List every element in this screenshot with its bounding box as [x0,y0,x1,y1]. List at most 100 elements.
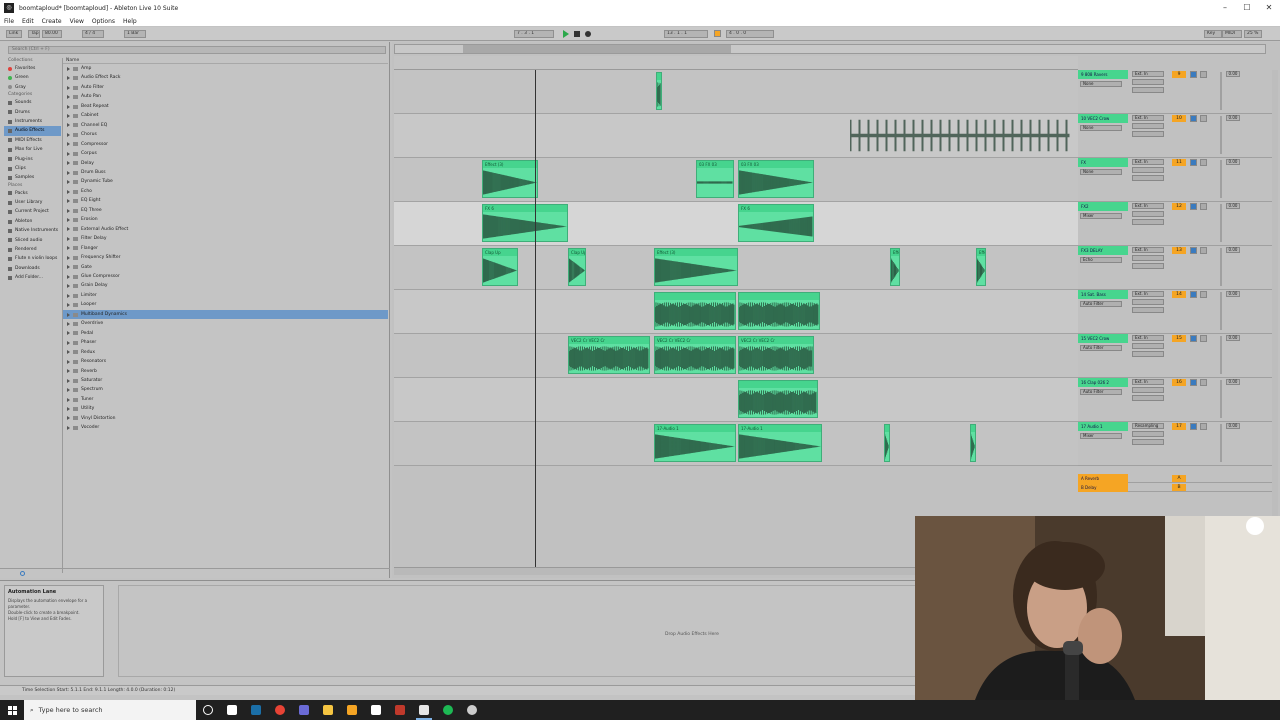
audio-clip[interactable]: FX 6 [738,204,814,242]
volume-field[interactable]: 0.00 [1226,379,1240,385]
input-type-select[interactable]: Ext. In [1132,71,1164,77]
track-activator-button[interactable]: 11 [1172,159,1186,166]
input-channel-select[interactable] [1132,343,1164,349]
taskbar-app-button[interactable] [220,700,244,720]
solo-button[interactable] [1190,247,1197,254]
menu-options[interactable]: Options [92,18,115,25]
track-header[interactable]: FX None Ext. In 11 0.00 [1078,158,1274,202]
taskbar-app-button[interactable] [364,700,388,720]
overview-window[interactable] [463,45,731,53]
track-lane[interactable] [394,290,1078,334]
tree-item[interactable]: Redux [63,348,388,357]
expand-arrow-icon[interactable] [67,95,70,100]
solo-button[interactable] [1190,335,1197,342]
expand-arrow-icon[interactable] [67,255,70,260]
maximize-icon[interactable]: ☐ [1236,0,1258,16]
expand-arrow-icon[interactable] [67,170,70,175]
play-button[interactable] [562,30,570,38]
tree-item[interactable]: Cabinet [63,111,388,120]
audio-clip[interactable]: Effe [890,248,900,286]
place-item[interactable]: Ableton [4,217,61,226]
solo-button[interactable] [1190,159,1197,166]
midi-button[interactable]: MIDI [1222,30,1242,38]
signature-field[interactable]: 4 / 4 [82,30,104,38]
track-name[interactable]: FX [1078,158,1128,167]
return-activator-button[interactable]: A [1172,475,1186,482]
menu-create[interactable]: Create [42,18,62,25]
expand-arrow-icon[interactable] [67,265,70,270]
input-type-select[interactable]: Ext. In [1132,115,1164,121]
place-item[interactable]: Downloads [4,264,61,273]
tree-item[interactable]: Vinyl Distortion [63,414,388,423]
start-button[interactable] [0,700,24,720]
input-type-select[interactable]: Ext. In [1132,203,1164,209]
track-device-select[interactable]: Mixer [1080,213,1122,219]
audio-clip[interactable] [656,72,662,110]
category-item[interactable]: Max for Live [4,145,61,154]
volume-field[interactable]: 0.00 [1226,247,1240,253]
volume-field[interactable]: 0.00 [1226,291,1240,297]
place-item[interactable]: Current Project [4,207,61,216]
expand-arrow-icon[interactable] [67,113,70,118]
taskbar-app-button[interactable] [340,700,364,720]
expand-arrow-icon[interactable] [67,397,70,402]
tree-item[interactable]: Looper [63,300,388,309]
audio-clip[interactable] [738,380,818,418]
volume-field[interactable]: 0.00 [1226,423,1240,429]
browser-search-input[interactable]: Search (Ctrl + F) [8,46,386,54]
track-name[interactable]: FX2 [1078,202,1128,211]
tree-item[interactable]: Phaser [63,338,388,347]
expand-arrow-icon[interactable] [67,246,70,251]
expand-arrow-icon[interactable] [67,416,70,421]
tree-item[interactable]: Frequency Shifter [63,253,388,262]
tree-item[interactable]: Audio Effect Rack [63,73,388,82]
audio-clip[interactable]: 17-Audio 1 [654,424,736,462]
category-item[interactable]: Drums [4,108,61,117]
tree-item[interactable]: Vocoder [63,423,388,432]
arm-button[interactable] [1200,423,1207,430]
tree-item[interactable]: Pedal [63,329,388,338]
track-device-select[interactable]: None [1080,125,1122,131]
menu-file[interactable]: File [4,18,14,25]
taskbar-app-button[interactable] [244,700,268,720]
position-field[interactable]: 7 . 3 . 1 [514,30,554,38]
loop-start-field[interactable]: 13 . 1 . 1 [664,30,708,38]
volume-field[interactable]: 0.00 [1226,335,1240,341]
loop-length-field[interactable]: 4 . 0 . 0 [726,30,774,38]
arm-button[interactable] [1200,379,1207,386]
taskbar-app-button[interactable] [460,700,484,720]
track-device-select[interactable]: Echo [1080,257,1122,263]
solo-button[interactable] [1190,379,1197,386]
tree-item[interactable]: Filter Delay [63,234,388,243]
expand-arrow-icon[interactable] [67,303,70,308]
track-lane[interactable]: 17-Audio 1 17-Audio 1 [394,422,1078,466]
tree-item[interactable]: Delay [63,159,388,168]
track-header[interactable]: 9 808 Ravers None Ext. In 9 0.00 [1078,70,1274,114]
solo-button[interactable] [1190,423,1197,430]
tree-item[interactable]: Overdrive [63,319,388,328]
expand-arrow-icon[interactable] [67,378,70,383]
audio-clip[interactable]: Clap Up [482,248,518,286]
place-item[interactable]: Rendered [4,245,61,254]
minimize-icon[interactable]: – [1214,0,1236,16]
expand-arrow-icon[interactable] [67,76,70,81]
tree-item[interactable]: External Audio Effect [63,225,388,234]
expand-arrow-icon[interactable] [67,85,70,90]
expand-arrow-icon[interactable] [67,407,70,412]
expand-arrow-icon[interactable] [67,369,70,374]
tree-item[interactable]: Utility [63,404,388,413]
track-activator-button[interactable]: 17 [1172,423,1186,430]
arm-button[interactable] [1200,335,1207,342]
track-header[interactable]: FX2 Mixer Ext. In 12 0.00 [1078,202,1274,246]
beat-ruler[interactable]: MAP [394,56,1078,78]
return-track-header[interactable]: B Delay B [1078,483,1274,492]
taskbar-app-button[interactable] [412,700,436,720]
arm-button[interactable] [1200,71,1207,78]
track-activator-button[interactable]: 13 [1172,247,1186,254]
expand-arrow-icon[interactable] [67,321,70,326]
collection-item[interactable]: Green [4,73,61,82]
audio-clip[interactable]: Effect (3) [482,160,538,198]
place-item[interactable]: Flute n violin loops [4,254,61,263]
volume-field[interactable]: 0.00 [1226,203,1240,209]
input-type-select[interactable]: Ext. In [1132,159,1164,165]
